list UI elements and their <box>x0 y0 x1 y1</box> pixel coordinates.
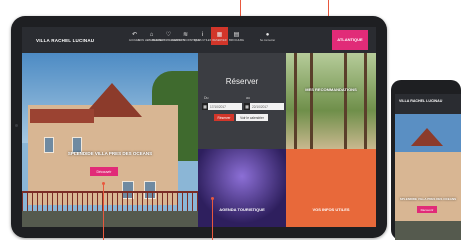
infos-title: VOS INFOS UTILES <box>312 207 350 212</box>
tablet-camera <box>15 124 18 127</box>
reservation-panel: Réserver Du au ▦ 17/10/2017 ▦ 22/10/2017… <box>198 53 286 149</box>
calendar-icon: ▦ <box>216 32 223 38</box>
callout-dot-hero <box>102 182 105 185</box>
departure-date-input[interactable]: 22/10/2017 <box>250 103 284 110</box>
mockup-stage: VILLA RACHEL LUCINAU ↶ ACCUEIL ⌂ MON HEB… <box>0 0 461 240</box>
from-label: Du <box>204 96 209 100</box>
nav-label: INFOS UTILES <box>193 39 212 42</box>
document-icon: ▤ <box>233 32 240 38</box>
nav-item-brochure[interactable]: ▤ BROCHURE <box>228 32 245 43</box>
phone-hero-title: SPLENDIDE VILLA PRES DES OCEANS <box>399 197 457 201</box>
callout-line-hero <box>103 183 104 240</box>
nav-item-agenda[interactable]: ≋ AGENDA TOURISTIQUE <box>171 32 200 43</box>
nav-label: RESERVER <box>212 39 227 42</box>
view-calendar-button[interactable]: Voir le calendrier <box>236 114 268 121</box>
wifi-icon: ≋ <box>182 32 189 38</box>
top-navigation-bar: VILLA RACHEL LUCINAU ↶ ACCUEIL ⌂ MON HEB… <box>22 27 376 53</box>
nav-item-infos[interactable]: i INFOS UTILES <box>193 32 212 43</box>
back-arrow-icon: ↶ <box>131 32 138 38</box>
hero-ground <box>22 211 198 227</box>
phone-villa-roof <box>411 128 443 146</box>
tree-trunk <box>294 53 297 149</box>
nav-label: Se connecter <box>259 39 276 42</box>
nav-item-reserver[interactable]: ▦ RESERVER <box>211 27 228 45</box>
hero-title: SPLENDIDE VILLA PRES DES OCEANS <box>67 151 153 156</box>
tree-trunk <box>344 53 347 149</box>
phone-brand[interactable]: VILLA RACHEL LUCINAU <box>395 94 461 108</box>
home-icon: ⌂ <box>149 32 154 38</box>
infos-tile[interactable]: VOS INFOS UTILES <box>286 149 376 227</box>
reservation-title: Réserver <box>225 77 259 86</box>
phone-discover-button[interactable]: Découvrir <box>417 206 437 213</box>
recommendations-title: MES RECOMMANDATIONS <box>305 87 357 92</box>
main-nav: ↶ ACCUEIL ⌂ MON HEBERGEMENT ♡ MES RECOMM… <box>126 27 276 53</box>
recommendations-tile[interactable]: MES RECOMMANDATIONS <box>286 53 376 149</box>
site-brand[interactable]: VILLA RACHEL LUCINAU <box>22 38 126 43</box>
tablet-device: VILLA RACHEL LUCINAU ↶ ACCUEIL ⌂ MON HEB… <box>11 16 387 238</box>
tree-trunk <box>310 53 313 149</box>
villa-fence <box>22 191 198 213</box>
nav-label: BROCHURE <box>229 39 244 42</box>
heart-icon: ♡ <box>165 32 172 38</box>
arrival-date-input[interactable]: 17/10/2017 <box>208 103 242 110</box>
hero-banner: SPLENDIDE VILLA PRES DES OCEANS Découvri… <box>22 53 198 227</box>
callout-dot-agenda <box>211 197 214 200</box>
user-icon: ● <box>265 32 270 38</box>
reserve-submit-button[interactable]: Réserver <box>214 114 234 121</box>
tree-trunk <box>364 53 367 149</box>
villa-side-roof <box>30 109 94 123</box>
tablet-screen: VILLA RACHEL LUCINAU ↶ ACCUEIL ⌂ MON HEB… <box>22 27 376 227</box>
discover-button[interactable]: Découvrir <box>90 167 118 176</box>
phone-device: VILLA RACHEL LUCINAU SPLENDIDE VILLA PRE… <box>391 80 461 240</box>
phone-screen: VILLA RACHEL LUCINAU SPLENDIDE VILLA PRE… <box>395 94 461 240</box>
to-label: au <box>246 96 250 100</box>
callout-line-agenda <box>212 198 213 240</box>
partner-logo[interactable]: ATLANTIQUE <box>332 30 368 50</box>
nav-item-account[interactable]: ● Se connecter <box>259 32 276 43</box>
info-icon: i <box>201 32 204 38</box>
